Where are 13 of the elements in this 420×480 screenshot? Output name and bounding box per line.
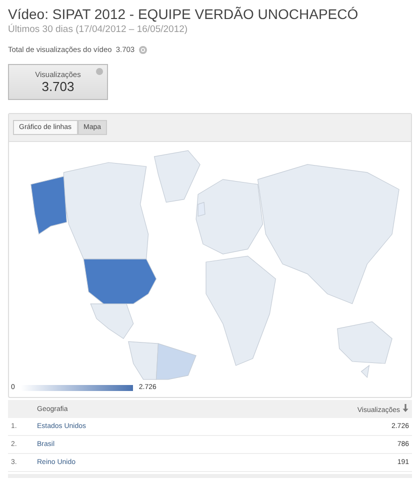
brazil-drawing [156, 343, 196, 380]
help-icon[interactable] [138, 46, 147, 54]
australia-drawing [337, 321, 392, 364]
new-zealand-drawing [360, 364, 370, 378]
date-range: Últimos 30 dias (17/04/2012 – 16/05/2012) [8, 24, 189, 35]
help-icon[interactable] [96, 68, 103, 75]
greenland-drawing [154, 150, 200, 203]
metric-value: 3.703 [42, 79, 74, 94]
south-america-drawing [128, 341, 159, 380]
video-title: Vídeo: SIPAT 2012 - EQUIPE VERDÃO UNOCHAPECÓ [8, 6, 360, 22]
united-kingdom-drawing [198, 202, 206, 217]
sort-down-icon[interactable] [402, 404, 409, 412]
alaska-drawing [30, 176, 68, 235]
